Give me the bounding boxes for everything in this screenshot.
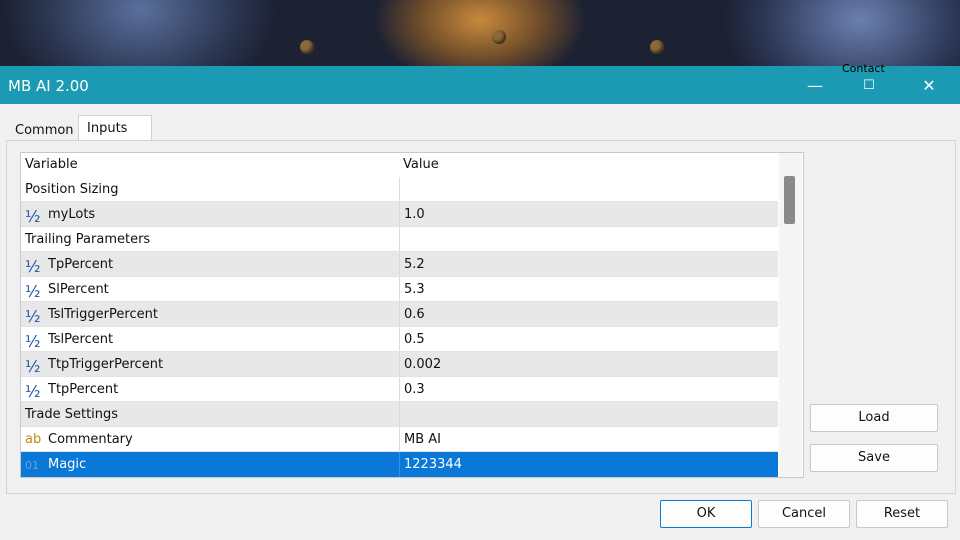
variable-name: TtpPercent — [48, 382, 119, 397]
integer-type-icon: 01 — [25, 459, 39, 472]
variable-cell: ½ TtpPercent — [21, 377, 398, 402]
vertical-scrollbar[interactable] — [779, 153, 802, 477]
value-text: MB AI — [404, 432, 441, 447]
group-label: Trade Settings — [25, 407, 119, 422]
tab-inputs-label: Inputs — [87, 121, 128, 136]
minimize-button[interactable]: — — [792, 66, 838, 104]
value-text: 0.5 — [404, 332, 425, 347]
table-row[interactable]: ½ TpPercent 5.2 — [21, 252, 778, 277]
value-cell[interactable]: 1223344 — [399, 452, 778, 477]
variable-cell: ab Commentary — [21, 427, 398, 452]
maximize-icon: ☐ — [863, 77, 875, 93]
column-header-variable[interactable]: Variable — [25, 153, 78, 177]
tab-common-label: Common — [15, 123, 74, 138]
variable-cell: Trade Settings — [21, 402, 398, 427]
value-text: 1223344 — [404, 457, 462, 472]
value-cell[interactable]: 0.6 — [399, 302, 778, 327]
table-row-group[interactable]: Position Sizing — [21, 177, 778, 202]
variable-cell: 01 Magic — [21, 452, 398, 477]
title-bar[interactable]: MB AI 2.00 Contact — ☐ ✕ — [0, 62, 960, 104]
table-row-selected[interactable]: 01 Magic 1223344 — [21, 452, 778, 477]
variable-cell: ½ TtpTriggerPercent — [21, 352, 398, 377]
value-text: 0.3 — [404, 382, 425, 397]
save-button[interactable]: Save — [810, 444, 938, 472]
variable-name: Commentary — [48, 432, 133, 447]
value-cell[interactable]: 0.002 — [399, 352, 778, 377]
variable-cell: ½ TpPercent — [21, 252, 398, 277]
maximize-button[interactable]: ☐ — [846, 66, 892, 104]
variable-name: myLots — [48, 207, 96, 222]
value-cell[interactable]: 5.2 — [399, 252, 778, 277]
value-text: 0.6 — [404, 307, 425, 322]
value-cell[interactable]: MB AI — [399, 427, 778, 452]
value-text: 0.002 — [404, 357, 442, 372]
group-label: Position Sizing — [25, 182, 119, 197]
variable-name: TtpTriggerPercent — [48, 357, 164, 372]
variable-name: SlPercent — [48, 282, 109, 297]
variable-cell: Trailing Parameters — [21, 227, 398, 252]
table-row-group[interactable]: Trailing Parameters — [21, 227, 778, 252]
table-row[interactable]: ½ myLots 1.0 — [21, 202, 778, 227]
value-cell — [399, 227, 778, 252]
value-cell — [399, 177, 778, 202]
table-row[interactable]: ½ TslTriggerPercent 0.6 — [21, 302, 778, 327]
table-row-group[interactable]: Trade Settings — [21, 402, 778, 427]
properties-dialog: MB AI 2.00 Contact — ☐ ✕ Common Inputs V… — [0, 62, 960, 540]
variable-name: Magic — [48, 457, 87, 472]
close-button[interactable]: ✕ — [906, 66, 952, 104]
scrollbar-thumb[interactable] — [784, 176, 795, 224]
background-image — [0, 0, 960, 66]
table-header: Variable Value — [21, 153, 778, 177]
background-bolt — [492, 30, 506, 44]
inputs-table: Variable Value Position Sizing ½ myLots 1… — [20, 152, 804, 478]
value-cell[interactable]: 5.3 — [399, 277, 778, 302]
ok-button[interactable]: OK — [660, 500, 752, 528]
table-row[interactable]: ½ TslPercent 0.5 — [21, 327, 778, 352]
variable-cell: ½ TslPercent — [21, 327, 398, 352]
variable-cell: ½ SlPercent — [21, 277, 398, 302]
group-label: Trailing Parameters — [25, 232, 151, 247]
close-icon: ✕ — [922, 75, 936, 95]
minimize-icon: — — [807, 75, 823, 95]
tab-inputs[interactable]: Inputs — [78, 115, 152, 143]
cancel-button[interactable]: Cancel — [758, 500, 850, 528]
background-bolt — [650, 40, 664, 54]
variable-cell: ½ TslTriggerPercent — [21, 302, 398, 327]
table-row[interactable]: ½ TtpTriggerPercent 0.002 — [21, 352, 778, 377]
value-cell — [399, 402, 778, 427]
background-bolt — [300, 40, 314, 54]
variable-cell: Position Sizing — [21, 177, 398, 202]
dialog-title: MB AI 2.00 — [8, 77, 89, 95]
value-cell[interactable]: 0.5 — [399, 327, 778, 352]
value-cell[interactable]: 1.0 — [399, 202, 778, 227]
string-type-icon: ab — [25, 432, 42, 447]
variable-name: TslPercent — [48, 332, 114, 347]
table-row[interactable]: ½ SlPercent 5.3 — [21, 277, 778, 302]
table-row[interactable]: ab Commentary MB AI — [21, 427, 778, 452]
variable-cell: ½ myLots — [21, 202, 398, 227]
value-cell[interactable]: 0.3 — [399, 377, 778, 402]
reset-button[interactable]: Reset — [856, 500, 948, 528]
load-button[interactable]: Load — [810, 404, 938, 432]
column-header-value[interactable]: Value — [403, 153, 439, 177]
table-row[interactable]: ½ TtpPercent 0.3 — [21, 377, 778, 402]
inputs-panel: Variable Value Position Sizing ½ myLots 1… — [6, 140, 956, 494]
value-text: 5.3 — [404, 282, 425, 297]
value-text: 5.2 — [404, 257, 425, 272]
value-text: 1.0 — [404, 207, 425, 222]
variable-name: TpPercent — [48, 257, 114, 272]
variable-name: TslTriggerPercent — [48, 307, 158, 322]
